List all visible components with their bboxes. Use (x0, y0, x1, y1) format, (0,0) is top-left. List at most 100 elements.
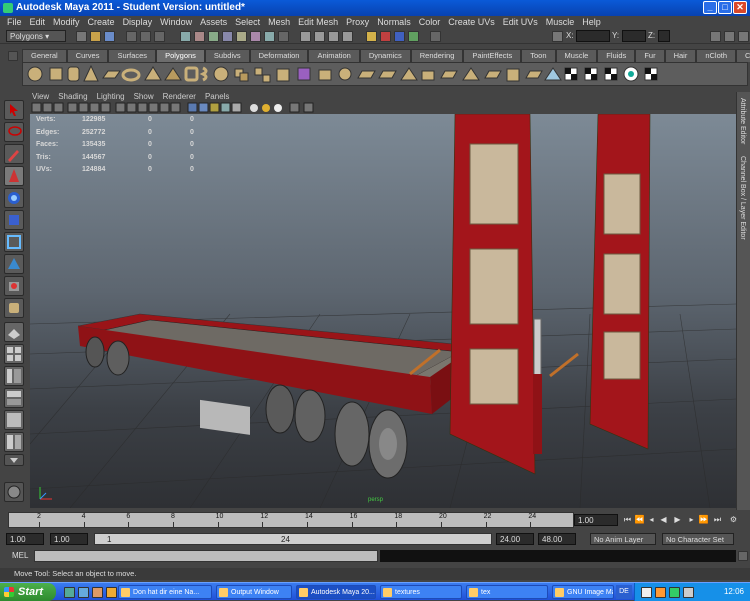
new-scene-icon[interactable] (76, 31, 87, 42)
perspective-viewport[interactable]: Verts: 122985 0 0 Edges: 252772 0 0 Faces: 135435… (30, 114, 736, 508)
play-forwards-button[interactable]: ▶ (672, 514, 683, 526)
x-field[interactable] (576, 30, 610, 42)
menu-modify[interactable]: Modify (50, 16, 85, 28)
shelf-tab-curves[interactable]: Curves (66, 49, 109, 62)
layout-persp-hypershade-icon[interactable] (4, 432, 24, 452)
lasso-tool-icon[interactable] (4, 122, 24, 142)
last-tool-icon[interactable] (4, 298, 24, 318)
start-button[interactable]: Start (0, 583, 56, 601)
menu-edit-uvs[interactable]: Edit UVs (500, 16, 543, 28)
shelf-tab-fluids[interactable]: Fluids (597, 49, 636, 62)
shelf-tab-ncloth[interactable]: nCloth (696, 49, 737, 62)
menu-create[interactable]: Create (85, 16, 120, 28)
z-field[interactable] (658, 30, 670, 42)
shelf-tab-surfaces[interactable]: Surfaces (108, 49, 157, 62)
panel-menu-renderer[interactable]: Renderer (163, 91, 205, 102)
quicklaunch-icon-3[interactable] (92, 587, 103, 598)
playback-end-field[interactable]: 24.00 (496, 533, 534, 545)
layout-persp-graph-icon[interactable] (4, 388, 24, 408)
shelf-tab-hair[interactable]: Hair (664, 49, 697, 62)
snap-curve-icon[interactable] (314, 31, 325, 42)
show-tool-settings-icon[interactable] (724, 31, 735, 42)
anim-prefs-icon[interactable]: ⚙ (728, 514, 739, 526)
soft-modification-icon[interactable] (4, 254, 24, 274)
panel-menu-show[interactable]: Show (134, 91, 163, 102)
layout-single-perspective-icon[interactable] (4, 322, 24, 342)
select-hierarchy-icon[interactable] (126, 31, 137, 42)
select-tool-icon[interactable] (4, 100, 24, 120)
select-misc-icon[interactable] (278, 31, 289, 42)
input-line-icon[interactable] (430, 31, 441, 42)
script-editor-icon[interactable] (738, 551, 748, 561)
range-slider[interactable]: 1 24 (94, 533, 492, 545)
history-icon[interactable] (366, 31, 377, 42)
shelf-tab-deformation[interactable]: Deformation (249, 49, 309, 62)
shelf-tab-painteffects[interactable]: PaintEffects (463, 49, 522, 62)
shelf-tab-fur[interactable]: Fur (635, 49, 665, 62)
shelf-tab-rendering[interactable]: Rendering (410, 49, 464, 62)
menu-set-dropdown[interactable]: Polygons ▾ (6, 30, 66, 42)
tray-icon-2[interactable] (655, 587, 666, 598)
minimize-button[interactable]: _ (703, 1, 717, 14)
shelf-menu-icon[interactable] (8, 51, 18, 61)
rotate-tool-icon[interactable] (4, 188, 24, 208)
taskbar-item[interactable]: Don hat dir eine Na... (118, 585, 212, 599)
shelf-tab-animation[interactable]: Animation (308, 49, 360, 62)
taskbar-item[interactable]: GNU Image Manipul... (552, 585, 614, 599)
menu-mesh[interactable]: Mesh (265, 16, 295, 28)
select-rendering-icon[interactable] (264, 31, 275, 42)
render-settings-icon[interactable] (408, 31, 419, 42)
language-indicator[interactable]: DE (616, 585, 632, 599)
volume-icon[interactable] (683, 587, 694, 598)
layout-arrow-icon[interactable] (4, 454, 24, 466)
select-component-icon[interactable] (154, 31, 165, 42)
taskbar-item[interactable]: textures (380, 585, 462, 599)
show-attribute-editor-icon[interactable] (710, 31, 721, 42)
playback-start-field[interactable]: 1.00 (50, 533, 88, 545)
panel-menu-shading[interactable]: Shading (58, 91, 96, 102)
scale-tool-icon[interactable] (4, 210, 24, 230)
layout-four-view-icon[interactable] (4, 344, 24, 364)
play-backwards-button[interactable]: ◀ (658, 514, 669, 526)
go-to-start-button[interactable]: ⏮ (622, 514, 633, 526)
shelf-tab-general[interactable]: General (22, 49, 67, 62)
menu-edit[interactable]: Edit (27, 16, 51, 28)
shelf-tab-polygons[interactable]: Polygons (156, 49, 205, 62)
move-tool-icon[interactable] (4, 166, 24, 186)
anim-end-field[interactable]: 48.00 (538, 533, 576, 545)
step-back-frame-button[interactable]: ◂ (646, 514, 657, 526)
select-handles-icon[interactable] (180, 31, 191, 42)
step-forward-key-button[interactable]: ⏩ (698, 514, 709, 526)
anim-layer-dropdown[interactable]: No Anim Layer (590, 533, 656, 545)
step-back-key-button[interactable]: ⏪ (634, 514, 645, 526)
menu-display[interactable]: Display (120, 16, 158, 28)
character-set-dropdown[interactable]: No Character Set (662, 533, 734, 545)
shelf-icons[interactable] (23, 63, 747, 85)
anim-start-field[interactable]: 1.00 (6, 533, 44, 545)
attribute-editor-tab[interactable]: Attribute Editor (739, 98, 746, 144)
menu-proxy[interactable]: Proxy (343, 16, 374, 28)
save-scene-icon[interactable] (104, 31, 115, 42)
layout-hypershade-icon[interactable] (4, 410, 24, 430)
shelf-tab-dynamics[interactable]: Dynamics (359, 49, 411, 62)
shelf-tab-custom[interactable]: Custom (736, 49, 750, 62)
tool-settings-icon[interactable] (4, 482, 24, 502)
select-surfaces-icon[interactable] (222, 31, 233, 42)
paint-select-tool-icon[interactable] (4, 144, 24, 164)
channel-box-tab[interactable]: Channel Box / Layer Editor (739, 156, 746, 240)
taskbar-item[interactable]: tex (466, 585, 548, 599)
menu-create-uvs[interactable]: Create UVs (445, 16, 500, 28)
menu-normals[interactable]: Normals (374, 16, 416, 28)
panel-menu-lighting[interactable]: Lighting (97, 91, 134, 102)
panel-toolbar-icons[interactable] (28, 102, 328, 114)
current-frame-field[interactable]: 1.00 (574, 514, 618, 526)
universal-manipulator-icon[interactable] (4, 232, 24, 252)
panel-menu-view[interactable]: View (32, 91, 58, 102)
menu-help[interactable]: Help (579, 16, 606, 28)
menu-color[interactable]: Color (416, 16, 446, 28)
open-scene-icon[interactable] (90, 31, 101, 42)
snap-grid-icon[interactable] (300, 31, 311, 42)
render-icon[interactable] (380, 31, 391, 42)
quicklaunch-icon-1[interactable] (64, 587, 75, 598)
taskbar-item[interactable]: Autodesk Maya 20... (296, 585, 376, 599)
